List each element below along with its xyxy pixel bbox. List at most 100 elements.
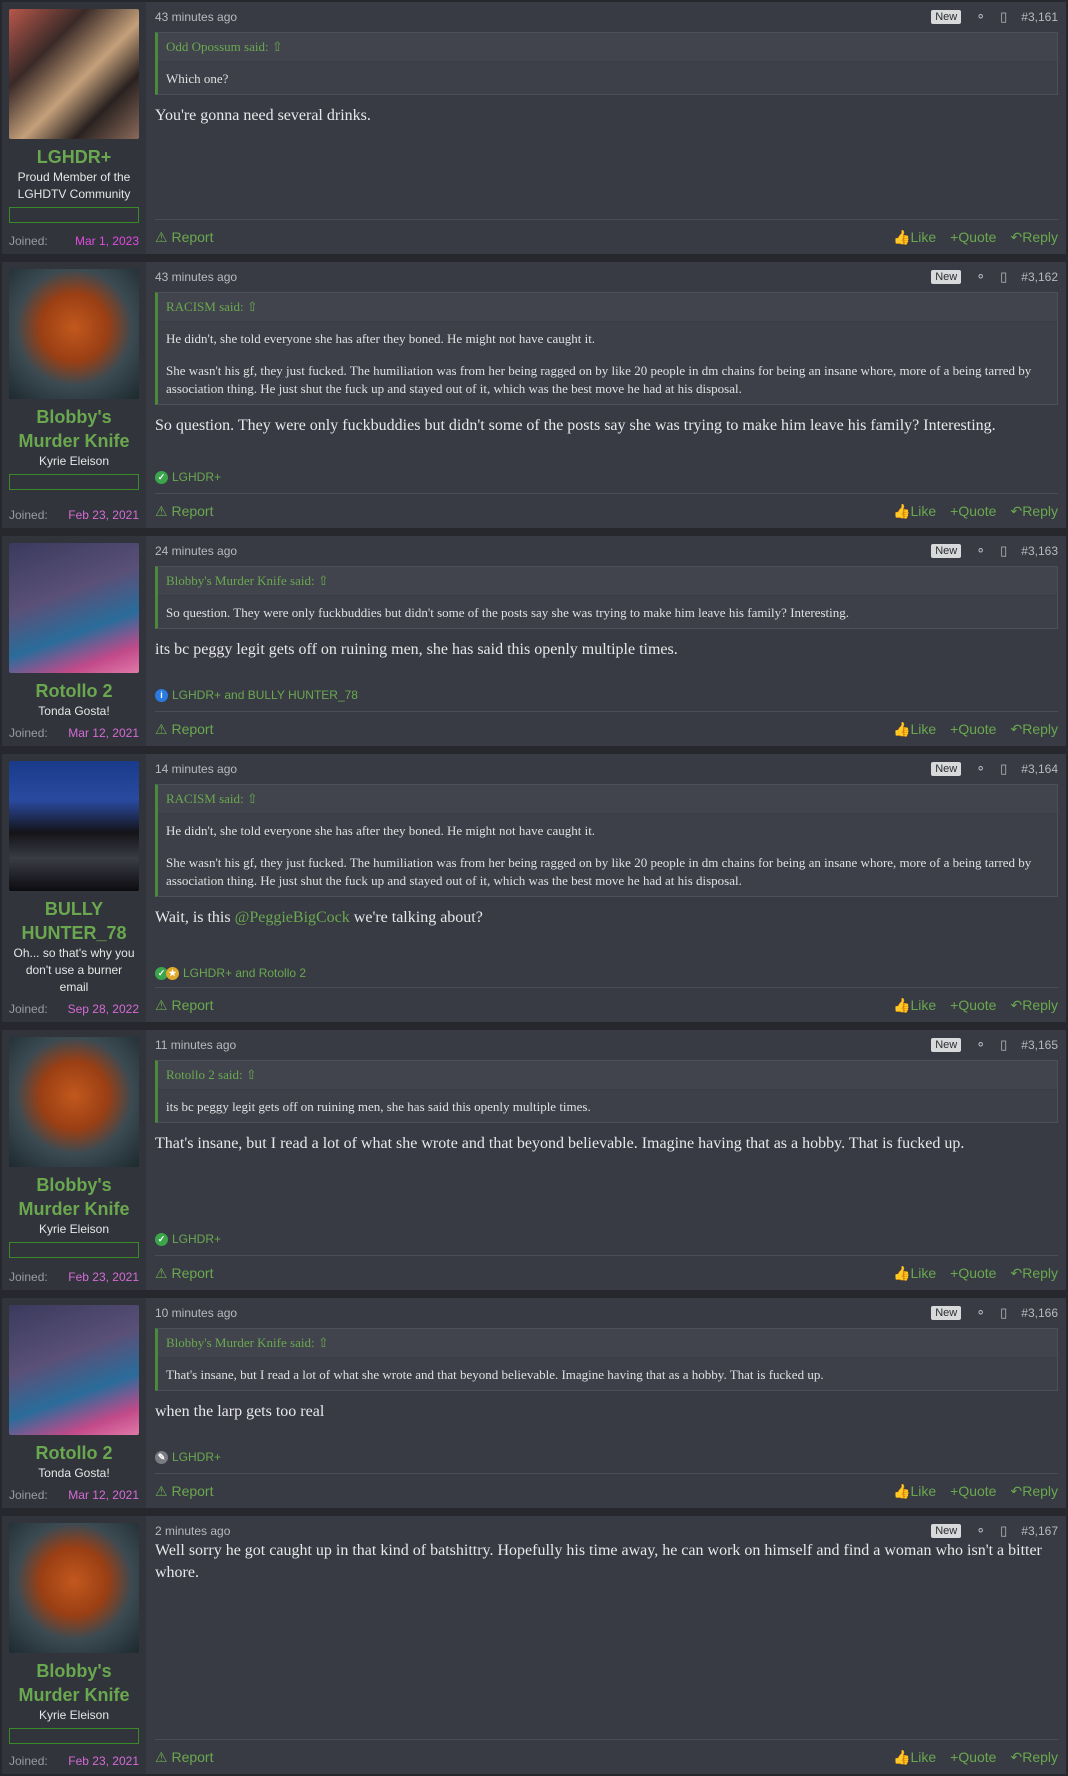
username[interactable]: Rotollo 2 bbox=[30, 679, 119, 703]
username[interactable]: Blobby's Murder Knife bbox=[2, 1173, 146, 1221]
post-number[interactable]: #3,163 bbox=[1021, 544, 1058, 558]
share-icon[interactable]: ⚬ bbox=[975, 1305, 986, 1321]
user-cell: Blobby's Murder Knife Kyrie Eleison Join… bbox=[2, 1516, 146, 1774]
expand-up-icon[interactable]: ⇧ bbox=[247, 299, 258, 314]
reply-button[interactable]: ↶Reply bbox=[1010, 1749, 1058, 1766]
avatar[interactable] bbox=[9, 1037, 139, 1167]
bookmark-icon[interactable]: ▯ bbox=[1000, 269, 1007, 285]
quote-button[interactable]: +Quote bbox=[950, 503, 996, 520]
quote-author[interactable]: RACISM said: ⇧ bbox=[158, 293, 1057, 322]
post-time[interactable]: 10 minutes ago bbox=[155, 1306, 237, 1320]
report-link[interactable]: ⚠ Report bbox=[155, 503, 213, 520]
post-number[interactable]: #3,165 bbox=[1021, 1038, 1058, 1052]
reaction-bar[interactable]: ✓ ★ LGHDR+ and Rotollo 2 bbox=[155, 966, 306, 980]
expand-up-icon[interactable]: ⇧ bbox=[272, 39, 283, 54]
joined-date: Sep 28, 2022 bbox=[67, 1002, 139, 1016]
reaction-users[interactable]: LGHDR+ and Rotollo 2 bbox=[183, 966, 306, 980]
quote-author[interactable]: Odd Opossum said: ⇧ bbox=[158, 33, 1057, 62]
reaction-users[interactable]: LGHDR+ bbox=[172, 470, 221, 484]
post-number[interactable]: #3,166 bbox=[1021, 1306, 1058, 1320]
share-icon[interactable]: ⚬ bbox=[975, 269, 986, 285]
quote-button[interactable]: +Quote bbox=[950, 1749, 996, 1766]
username[interactable]: BULLY HUNTER_78 bbox=[2, 897, 146, 945]
report-link[interactable]: ⚠ Report bbox=[155, 1265, 213, 1282]
reply-button[interactable]: ↶Reply bbox=[1010, 721, 1058, 738]
bookmark-icon[interactable]: ▯ bbox=[1000, 1037, 1007, 1053]
reply-button[interactable]: ↶Reply bbox=[1010, 997, 1058, 1014]
like-button[interactable]: 👍Like bbox=[893, 721, 936, 738]
user-banner bbox=[9, 474, 139, 490]
user-title: Kyrie Eleison bbox=[38, 1222, 110, 1236]
expand-up-icon[interactable]: ⇧ bbox=[246, 1067, 257, 1082]
bookmark-icon[interactable]: ▯ bbox=[1000, 1305, 1007, 1321]
post-time[interactable]: 24 minutes ago bbox=[155, 544, 237, 558]
share-icon[interactable]: ⚬ bbox=[975, 761, 986, 777]
post-time[interactable]: 43 minutes ago bbox=[155, 270, 237, 284]
expand-up-icon[interactable]: ⇧ bbox=[318, 1335, 329, 1350]
report-link[interactable]: ⚠ Report bbox=[155, 1483, 213, 1500]
avatar[interactable] bbox=[9, 1305, 139, 1435]
username[interactable]: Blobby's Murder Knife bbox=[2, 405, 146, 453]
quote-button[interactable]: +Quote bbox=[950, 229, 996, 246]
like-button[interactable]: 👍Like bbox=[893, 229, 936, 246]
quote-button[interactable]: +Quote bbox=[950, 721, 996, 738]
post-time[interactable]: 11 minutes ago bbox=[155, 1038, 236, 1052]
user-mention[interactable]: @PeggieBigCock bbox=[235, 909, 350, 926]
post-number[interactable]: #3,164 bbox=[1021, 762, 1058, 776]
avatar[interactable] bbox=[9, 543, 139, 673]
quote-button[interactable]: +Quote bbox=[950, 997, 996, 1014]
post-time[interactable]: 43 minutes ago bbox=[155, 10, 237, 24]
share-icon[interactable]: ⚬ bbox=[975, 9, 986, 25]
share-icon[interactable]: ⚬ bbox=[975, 543, 986, 559]
bookmark-icon[interactable]: ▯ bbox=[1000, 543, 1007, 559]
post-number[interactable]: #3,162 bbox=[1021, 270, 1058, 284]
quote-button[interactable]: +Quote bbox=[950, 1483, 996, 1500]
avatar[interactable] bbox=[9, 269, 139, 399]
report-link[interactable]: ⚠ Report bbox=[155, 1749, 213, 1766]
quote-button[interactable]: +Quote bbox=[950, 1265, 996, 1282]
reaction-bar[interactable]: ✓ LGHDR+ bbox=[155, 1232, 221, 1246]
report-link[interactable]: ⚠ Report bbox=[155, 997, 213, 1014]
quote-author[interactable]: Blobby's Murder Knife said: ⇧ bbox=[158, 567, 1057, 596]
share-icon[interactable]: ⚬ bbox=[975, 1037, 986, 1053]
quote-author[interactable]: Blobby's Murder Knife said: ⇧ bbox=[158, 1329, 1057, 1358]
post-time[interactable]: 2 minutes ago bbox=[155, 1524, 230, 1538]
post-time[interactable]: 14 minutes ago bbox=[155, 762, 237, 776]
share-icon[interactable]: ⚬ bbox=[975, 1523, 986, 1539]
post-number[interactable]: #3,161 bbox=[1021, 10, 1058, 24]
report-label: Report bbox=[171, 996, 214, 1013]
reaction-bar[interactable]: i LGHDR+ and BULLY HUNTER_78 bbox=[155, 688, 358, 702]
expand-up-icon[interactable]: ⇧ bbox=[318, 573, 329, 588]
like-button[interactable]: 👍Like bbox=[893, 1483, 936, 1500]
reaction-bar[interactable]: ✎ LGHDR+ bbox=[155, 1450, 221, 1464]
like-button[interactable]: 👍Like bbox=[893, 1265, 936, 1282]
quote-author[interactable]: RACISM said: ⇧ bbox=[158, 785, 1057, 814]
reply-button[interactable]: ↶Reply bbox=[1010, 503, 1058, 520]
username[interactable]: Rotollo 2 bbox=[30, 1441, 119, 1465]
like-button[interactable]: 👍Like bbox=[893, 1749, 936, 1766]
quote-author[interactable]: Rotollo 2 said: ⇧ bbox=[158, 1061, 1057, 1090]
reaction-users[interactable]: LGHDR+ bbox=[172, 1232, 221, 1246]
post-number[interactable]: #3,167 bbox=[1021, 1524, 1058, 1538]
like-button[interactable]: 👍Like bbox=[893, 997, 936, 1014]
avatar[interactable] bbox=[9, 9, 139, 139]
expand-up-icon[interactable]: ⇧ bbox=[247, 791, 258, 806]
like-button[interactable]: 👍Like bbox=[893, 503, 936, 520]
reaction-bar[interactable]: ✓ LGHDR+ bbox=[155, 470, 221, 484]
bookmark-icon[interactable]: ▯ bbox=[1000, 761, 1007, 777]
avatar[interactable] bbox=[9, 761, 139, 891]
username[interactable]: Blobby's Murder Knife bbox=[2, 1659, 146, 1707]
avatar[interactable] bbox=[9, 1523, 139, 1653]
report-link[interactable]: ⚠ Report bbox=[155, 229, 213, 246]
reaction-users[interactable]: LGHDR+ bbox=[172, 1450, 221, 1464]
bookmark-icon[interactable]: ▯ bbox=[1000, 1523, 1007, 1539]
medal-reaction-icon: ★ bbox=[166, 966, 179, 980]
report-link[interactable]: ⚠ Report bbox=[155, 721, 213, 738]
reply-button[interactable]: ↶Reply bbox=[1010, 1483, 1058, 1500]
bookmark-icon[interactable]: ▯ bbox=[1000, 9, 1007, 25]
reply-button[interactable]: ↶Reply bbox=[1010, 229, 1058, 246]
reaction-users[interactable]: LGHDR+ and BULLY HUNTER_78 bbox=[172, 688, 358, 702]
bell-icon: ⚠ bbox=[155, 1748, 168, 1765]
username[interactable]: LGHDR+ bbox=[31, 145, 118, 169]
reply-button[interactable]: ↶Reply bbox=[1010, 1265, 1058, 1282]
